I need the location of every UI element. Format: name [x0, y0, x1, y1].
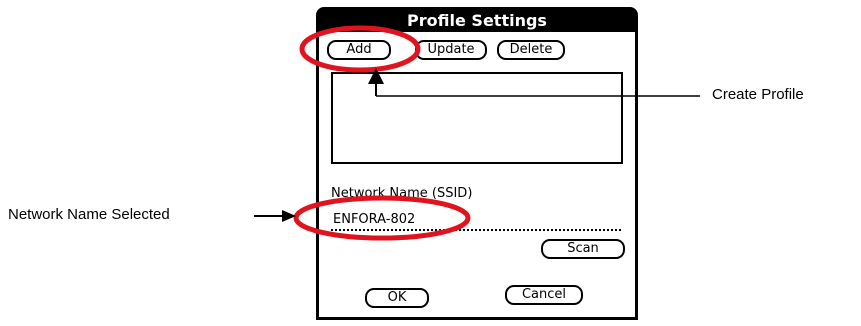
network-name-selected-label: Network Name Selected	[8, 206, 170, 223]
annotation-overlay	[254, 25, 700, 241]
add-button-highlight	[299, 25, 421, 73]
network-name-highlight	[293, 195, 471, 241]
create-profile-label: Create Profile	[712, 86, 804, 103]
